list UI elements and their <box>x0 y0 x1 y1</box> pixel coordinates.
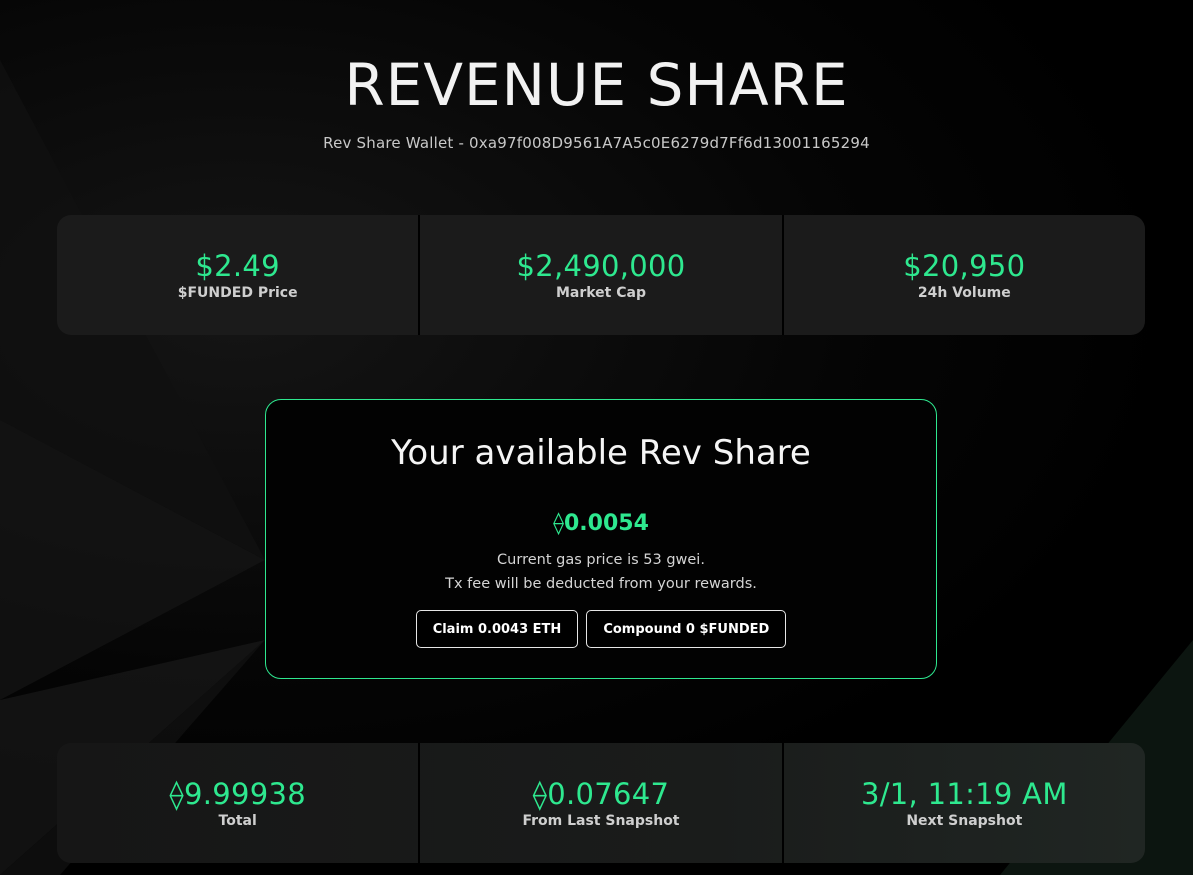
revenue-share-page: REVENUE SHARE Rev Share Wallet - 0xa97f0… <box>0 0 1193 875</box>
stat-label: Total <box>218 813 257 829</box>
rev-share-card: Your available Rev Share ⟠0.0054 Current… <box>265 399 937 679</box>
stat-total: ⟠9.99938 Total <box>57 743 421 863</box>
gas-fee-note: Current gas price is 53 gwei. Tx fee wil… <box>266 548 936 596</box>
stat-value: $2.49 <box>195 249 280 283</box>
tx-fee-text: Tx fee will be deducted from your reward… <box>445 576 757 592</box>
stat-label: Market Cap <box>555 285 646 301</box>
page-title: REVENUE SHARE <box>344 51 849 119</box>
available-rev-share-amount: ⟠0.0054 <box>553 511 649 536</box>
stat-from-last-snapshot: ⟠0.07647 From Last Snapshot <box>420 743 784 863</box>
claim-button[interactable]: Claim 0.0043 ETH <box>415 610 579 648</box>
gas-price-text: Current gas price is 53 gwei. <box>497 552 705 568</box>
stat-value: $2,490,000 <box>516 249 686 283</box>
stat-label: Next Snapshot <box>906 813 1023 829</box>
pool-stats-panel: ⟠9.99938 Total ⟠0.07647 From Last Snapsh… <box>57 743 1145 863</box>
stat-price: $2.49 $FUNDED Price <box>57 215 421 335</box>
rev-share-wallet-address: Rev Share Wallet - 0xa97f008D9561A7A5c0E… <box>323 134 870 152</box>
compound-button[interactable]: Compound 0 $FUNDED <box>586 610 787 648</box>
page-header: REVENUE SHARE Rev Share Wallet - 0xa97f0… <box>0 50 1193 152</box>
stat-label: 24h Volume <box>917 285 1011 301</box>
stat-next-snapshot: 3/1, 11:19 AM Next Snapshot <box>784 743 1145 863</box>
stat-value: ⟠0.07647 <box>532 777 670 811</box>
rev-share-actions: Claim 0.0043 ETH Compound 0 $FUNDED <box>266 610 936 648</box>
stat-label: $FUNDED Price <box>177 285 298 301</box>
stat-market-cap: $2,490,000 Market Cap <box>420 215 784 335</box>
rev-share-card-title: Your available Rev Share <box>391 433 811 473</box>
stat-value: 3/1, 11:19 AM <box>860 777 1068 811</box>
stat-value: $20,950 <box>903 249 1026 283</box>
token-stats-panel: $2.49 $FUNDED Price $2,490,000 Market Ca… <box>57 215 1145 335</box>
stat-value: ⟠9.99938 <box>169 777 306 811</box>
stat-24h-volume: $20,950 24h Volume <box>784 215 1145 335</box>
stat-label: From Last Snapshot <box>522 813 680 829</box>
